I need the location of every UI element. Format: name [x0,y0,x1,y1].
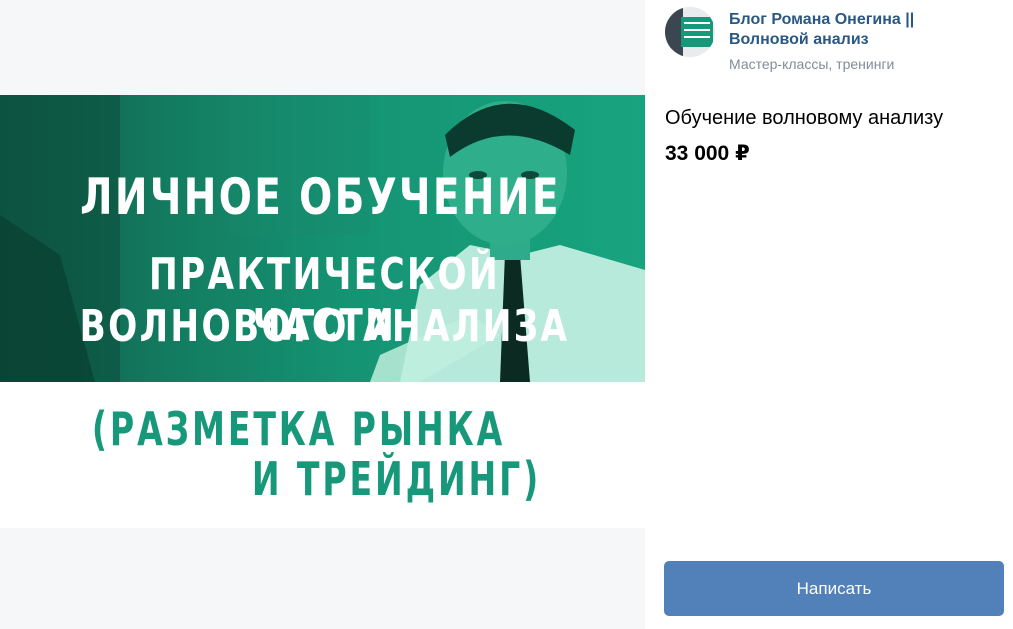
headline-line-1: ЛИЧНОЕ ОБУЧЕНИЕ [80,168,561,226]
avatar-image [665,7,715,57]
product-price: 33 000 ₽ [665,142,750,165]
shop-category: Мастер-классы, тренинги [729,56,895,72]
headline-line-3: ВОЛНОВОГО АНАЛИЗА [79,301,570,352]
subheadline-line-2: И ТРЕЙДИНГ) [251,452,542,506]
product-title: Обучение волновому анализу [665,107,944,129]
product-info-panel: Блог Романа Онегина || Волновой анализ М… [645,0,1013,629]
shop-avatar[interactable] [665,7,715,57]
product-photo: ЛИЧНОЕ ОБУЧЕНИЕ ПРАКТИЧЕСКОЙ ЧАСТИ ВОЛНО… [0,95,645,382]
shop-name-link[interactable]: Блог Романа Онегина || Волновой анализ [729,10,989,50]
product-media-panel: ЛИЧНОЕ ОБУЧЕНИЕ ПРАКТИЧЕСКОЙ ЧАСТИ ВОЛНО… [0,0,645,629]
subheadline-line-1: (РАЗМЕТКА РЫНКА [91,402,506,456]
write-message-button[interactable]: Написать [664,561,1004,616]
market-item-view: ЛИЧНОЕ ОБУЧЕНИЕ ПРАКТИЧЕСКОЙ ЧАСТИ ВОЛНО… [0,0,1013,629]
product-image[interactable]: ЛИЧНОЕ ОБУЧЕНИЕ ПРАКТИЧЕСКОЙ ЧАСТИ ВОЛНО… [0,95,645,528]
